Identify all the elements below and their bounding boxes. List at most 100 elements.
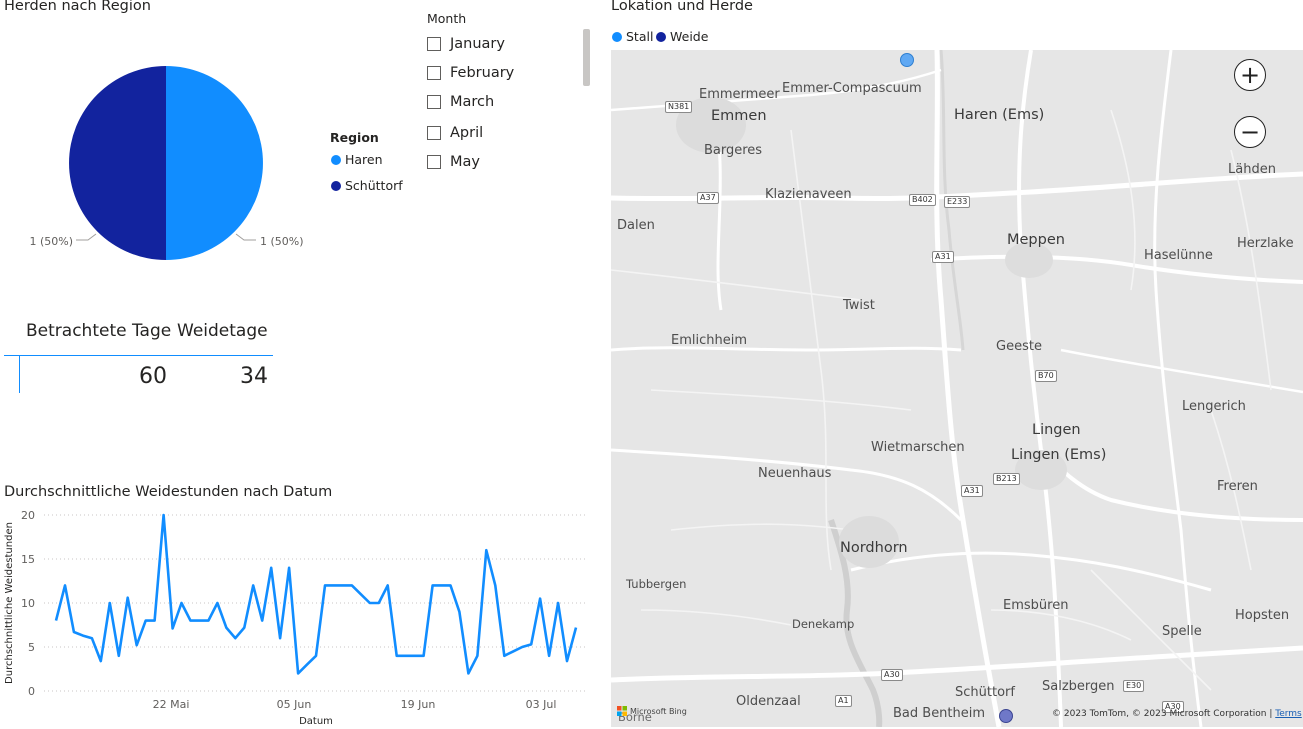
line-series-weidestunden[interactable] [54, 513, 578, 675]
place-label: Freren [1217, 479, 1258, 494]
place-label: Denekamp [792, 617, 855, 631]
place-label: Tubbergen [626, 577, 687, 591]
map-legend-label: Stall [626, 29, 654, 44]
pie-legend-item-haren[interactable]: Haren [331, 152, 383, 167]
legend-dot-icon [331, 154, 341, 165]
road-shield: A30 [881, 669, 903, 681]
checkbox-icon[interactable] [427, 95, 441, 109]
y-tick-label: 10 [21, 597, 35, 610]
slicer-item-january[interactable]: January [427, 36, 505, 52]
pie-chart: 1 (50%) 1 (50%) [29, 66, 304, 260]
line-chart-x-axis: 22 Mai 05 Jun 19 Jun 03 Jul [153, 698, 557, 711]
road-shield: A31 [932, 251, 954, 263]
zoom-out-button[interactable]: − [1234, 116, 1266, 148]
x-tick-label: 05 Jun [277, 698, 312, 711]
checkbox-icon[interactable] [427, 37, 441, 51]
slicer-item-may[interactable]: May [427, 154, 480, 170]
pie-slice-schuettorf[interactable] [69, 66, 166, 260]
map-canvas[interactable]: Emmermeer Emmer-Compascuum Emmen Haren (… [611, 50, 1303, 727]
place-label: Salzbergen [1042, 679, 1115, 694]
zoom-in-button[interactable]: + [1234, 59, 1266, 91]
place-label: Schüttorf [955, 685, 1015, 700]
slicer-scrollbar[interactable] [583, 29, 590, 86]
road-shield: B213 [993, 473, 1020, 485]
place-label: Meppen [1007, 232, 1065, 248]
place-label: Haselünne [1144, 248, 1213, 263]
pie-legend-label: Schüttorf [345, 178, 403, 193]
x-tick-label: 03 Jul [526, 698, 557, 711]
table-header-betrachtete-tage[interactable]: Betrachtete Tage [26, 321, 171, 341]
bing-logo-text: Microsoft Bing [630, 706, 687, 716]
place-label: Lengerich [1182, 399, 1246, 414]
table-header-divider [4, 355, 273, 356]
place-label: Hopsten [1235, 608, 1290, 623]
map-point-stall[interactable] [900, 53, 914, 67]
place-label: Haren (Ems) [954, 107, 1045, 123]
y-tick-label: 5 [28, 641, 35, 654]
map-point-weide[interactable] [999, 709, 1013, 723]
slicer-item-march[interactable]: March [427, 94, 494, 110]
microsoft-logo-icon [617, 706, 627, 716]
place-label: Twist [843, 298, 875, 313]
map-legend-item-weide[interactable]: Weide [656, 29, 708, 44]
legend-dot-icon [612, 31, 622, 42]
place-label: Lähden [1228, 162, 1276, 177]
road-shield: N381 [665, 101, 693, 113]
slicer-item-label: March [450, 94, 495, 110]
checkbox-icon[interactable] [427, 155, 441, 169]
minus-icon: − [1239, 118, 1261, 146]
legend-dot-icon [331, 180, 341, 191]
place-label: Bargeres [704, 143, 763, 158]
y-tick-label: 0 [28, 685, 35, 698]
terms-link[interactable]: Terms [1275, 709, 1302, 719]
line-chart-y-axis-title: Durchschnittliche Weidestunden [4, 522, 15, 684]
place-label: Lingen [1032, 422, 1081, 438]
pie-title: Herden nach Region [4, 0, 151, 14]
place-label: Herzlake [1237, 236, 1294, 251]
pie-slice-haren[interactable] [166, 66, 263, 260]
legend-dot-icon [656, 31, 666, 42]
pie-legend-item-schuettorf[interactable]: Schüttorf [331, 178, 403, 193]
table-header-weidetage[interactable]: Weidetage [177, 321, 268, 341]
x-tick-label: 19 Jun [401, 698, 436, 711]
place-label: Lingen (Ems) [1011, 447, 1107, 463]
place-label: Emmer-Compascuum [782, 81, 922, 96]
line-chart-x-axis-title: Datum [299, 716, 333, 727]
table-cell-weidetage: 34 [240, 364, 268, 389]
table-row-indicator [19, 356, 20, 393]
map-title: Lokation und Herde [611, 0, 753, 14]
place-label: Neuenhaus [758, 466, 832, 481]
place-label: Emlichheim [671, 333, 748, 348]
pie-data-label-haren: 1 (50%) [260, 235, 304, 248]
place-label: Geeste [996, 339, 1042, 354]
road-shield: E233 [944, 196, 971, 208]
slicer-item-april[interactable]: April [427, 125, 483, 141]
checkbox-icon[interactable] [427, 66, 441, 80]
place-label: Dalen [617, 218, 655, 233]
plus-icon: + [1239, 61, 1261, 89]
line-chart-title: Durchschnittliche Weidestunden nach Datu… [4, 484, 333, 500]
pie-legend-label: Haren [345, 152, 383, 167]
attribution-text: © 2023 TomTom, © 2023 Microsoft Corporat… [1052, 709, 1267, 719]
line-chart: 05101520 22 Mai 05 Jun 19 Jun 03 Jul Datum … [4, 509, 588, 727]
table-cell-betrachtete-tage: 60 [139, 364, 167, 389]
road-shield: A37 [697, 192, 719, 204]
road-shield: A31 [961, 485, 983, 497]
map-attribution: © 2023 TomTom, © 2023 Microsoft Corporat… [1052, 709, 1302, 719]
road-shield: B402 [909, 194, 936, 206]
x-tick-label: 22 Mai [153, 698, 190, 711]
pie-leader-line-left [76, 233, 97, 241]
pie-legend-title: Region [330, 130, 379, 145]
place-label: Oldenzaal [736, 694, 801, 709]
place-label: Emsbüren [1003, 598, 1069, 613]
place-label: Bad Bentheim [893, 706, 986, 721]
slicer-item-february[interactable]: February [427, 65, 514, 81]
place-label: Nordhorn [840, 540, 908, 556]
place-label: Klazienaveen [765, 187, 852, 202]
map-legend-item-stall[interactable]: Stall [612, 29, 653, 44]
slicer-item-label: January [450, 36, 505, 52]
month-slicer-header: Month [427, 11, 467, 26]
slicer-item-label: February [450, 65, 515, 81]
y-tick-label: 15 [21, 553, 35, 566]
checkbox-icon[interactable] [427, 126, 441, 140]
